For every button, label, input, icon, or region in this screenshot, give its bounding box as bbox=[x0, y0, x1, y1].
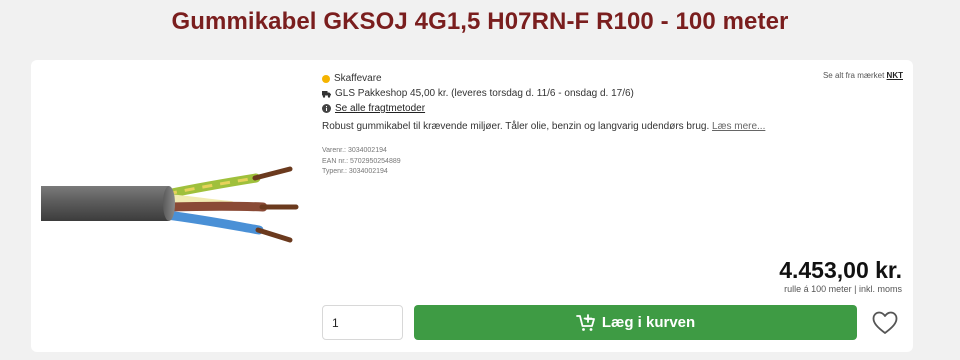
shipping-methods-row: Se alle fragtmetoder bbox=[322, 101, 634, 116]
brand-name[interactable]: NKT bbox=[887, 71, 903, 80]
cart-plus-icon bbox=[575, 313, 596, 332]
product-info: Skaffevare GLS Pakkeshop 45,00 kr. (leve… bbox=[322, 71, 634, 116]
description-text: Robust gummikabel til krævende miljøer. … bbox=[322, 121, 710, 132]
truck-icon bbox=[322, 90, 331, 98]
stock-status: Skaffevare bbox=[322, 71, 634, 86]
quantity-input[interactable] bbox=[322, 305, 403, 340]
info-icon bbox=[322, 104, 331, 113]
product-image bbox=[41, 160, 303, 250]
page-title: Gummikabel GKSOJ 4G1,5 H07RN-F R100 - 10… bbox=[171, 8, 789, 35]
ean-number: EAN nr.: 5702950254889 bbox=[322, 157, 401, 165]
read-more-link[interactable]: Læs mere... bbox=[712, 121, 765, 132]
price-unit: rulle á 100 meter | inkl. moms bbox=[784, 284, 902, 294]
status-dot-icon bbox=[322, 74, 330, 83]
stock-status-label: Skaffevare bbox=[334, 73, 382, 84]
product-description: Robust gummikabel til krævende miljøer. … bbox=[322, 121, 765, 132]
product-card: Skaffevare GLS Pakkeshop 45,00 kr. (leve… bbox=[31, 60, 913, 352]
heart-icon bbox=[872, 311, 898, 334]
shipping-methods-link[interactable]: Se alle fragtmetoder bbox=[335, 103, 425, 114]
brand-prefix: Se alt fra mærket bbox=[822, 71, 885, 80]
product-identifiers: Varenr.: 3034002194 EAN nr.: 57029502548… bbox=[322, 146, 401, 178]
favorite-button[interactable] bbox=[871, 309, 899, 337]
price: 4.453,00 kr. bbox=[779, 257, 902, 283]
add-to-cart-label: Læg i kurven bbox=[601, 314, 696, 331]
add-to-cart-button[interactable]: Læg i kurven bbox=[414, 305, 857, 340]
shipping-text: GLS Pakkeshop 45,00 kr. (leveres torsdag… bbox=[335, 88, 634, 99]
shipping-info: GLS Pakkeshop 45,00 kr. (leveres torsdag… bbox=[322, 86, 634, 101]
type-number: Typenr.: 3034002194 bbox=[322, 168, 388, 175]
item-number: Varenr.: 3034002194 bbox=[322, 147, 387, 154]
brand-link[interactable]: Se alt fra mærket NKT bbox=[823, 71, 903, 80]
